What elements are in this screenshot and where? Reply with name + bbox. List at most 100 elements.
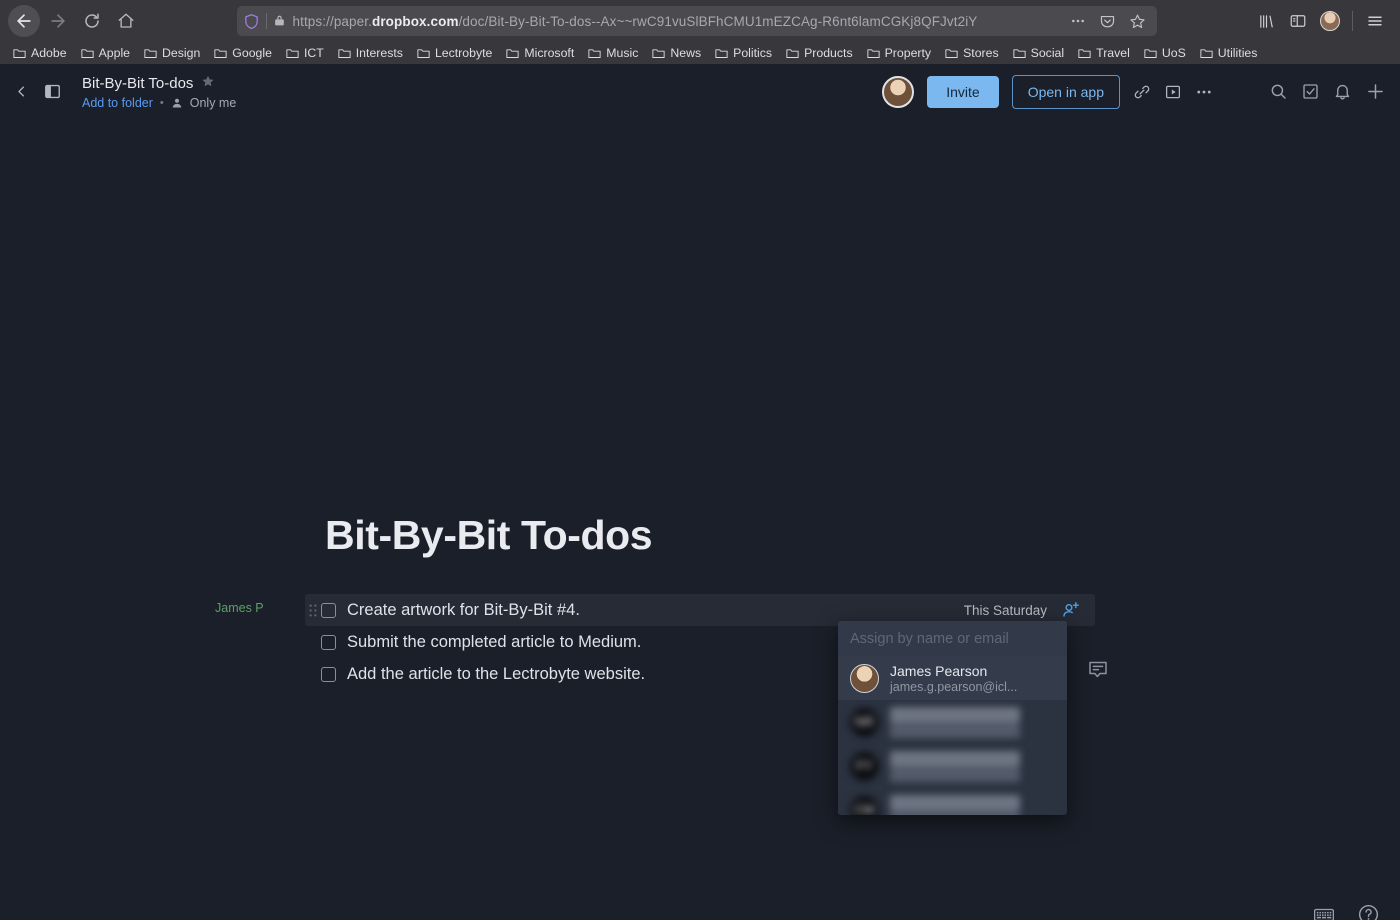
todo-checkbox[interactable] bbox=[321, 667, 336, 682]
invite-button[interactable]: Invite bbox=[927, 76, 998, 108]
bookmark-item[interactable]: Utilities bbox=[1193, 45, 1265, 61]
url-bar-container: https://paper.dropbox.com/doc/Bit-By-Bit… bbox=[144, 6, 1249, 36]
assign-popup: James Pearsonjames.g.pearson@icl...NRRed… bbox=[838, 621, 1067, 815]
collaborator-avatar[interactable] bbox=[882, 76, 914, 108]
sidebar-icon[interactable] bbox=[1283, 6, 1313, 36]
folder-icon bbox=[338, 48, 351, 59]
drag-handle-icon[interactable] bbox=[305, 604, 321, 617]
url-bar[interactable]: https://paper.dropbox.com/doc/Bit-By-Bit… bbox=[237, 6, 1157, 36]
bookmark-star-icon[interactable] bbox=[1125, 9, 1151, 33]
folder-icon bbox=[13, 48, 26, 59]
bookmark-item[interactable]: ICT bbox=[279, 45, 331, 61]
assign-option[interactable]: CM Redacted nameredacted email address bbox=[838, 788, 1067, 815]
bookmark-label: Politics bbox=[733, 46, 772, 60]
todo-text[interactable]: Create artwork for Bit-By-Bit #4. bbox=[347, 601, 580, 620]
document-title-row: Bit-By-Bit To-dos bbox=[82, 74, 236, 93]
bookmark-item[interactable]: Microsoft bbox=[499, 45, 581, 61]
folder-icon bbox=[1200, 48, 1213, 59]
assign-option-email: james.g.pearson@icl... bbox=[890, 680, 1017, 694]
padlock-icon[interactable] bbox=[273, 13, 287, 29]
folder-icon bbox=[214, 48, 227, 59]
assign-person-icon[interactable] bbox=[1061, 600, 1081, 620]
bookmark-label: Music bbox=[606, 46, 638, 60]
bookmark-label: UoS bbox=[1162, 46, 1186, 60]
todo-text[interactable]: Submit the completed article to Medium. bbox=[347, 633, 641, 652]
header-doc-title[interactable]: Bit-By-Bit To-dos bbox=[82, 75, 193, 92]
assign-option-email: redacted email address bbox=[890, 812, 1020, 816]
url-bar-actions bbox=[1065, 9, 1151, 33]
bookmark-item[interactable]: UoS bbox=[1137, 45, 1193, 61]
bookmark-item[interactable]: Design bbox=[137, 45, 207, 61]
home-button[interactable] bbox=[110, 5, 142, 37]
bookmark-label: Design bbox=[162, 46, 200, 60]
add-to-folder-link[interactable]: Add to folder bbox=[82, 96, 153, 110]
bookmark-item[interactable]: Apple bbox=[74, 45, 137, 61]
bookmark-item[interactable]: Social bbox=[1006, 45, 1072, 61]
bookmark-label: Microsoft bbox=[524, 46, 574, 60]
bookmark-item[interactable]: Music bbox=[581, 45, 645, 61]
bookmark-item[interactable]: Interests bbox=[331, 45, 410, 61]
search-icon[interactable] bbox=[1269, 82, 1288, 101]
bookmark-label: Social bbox=[1031, 46, 1065, 60]
bookmark-label: ICT bbox=[304, 46, 324, 60]
todo-text[interactable]: Add the article to the Lectrobyte websit… bbox=[347, 665, 645, 684]
folder-icon bbox=[867, 48, 880, 59]
folder-icon bbox=[652, 48, 665, 59]
favourite-star-icon[interactable] bbox=[201, 74, 215, 93]
todo-checkbox[interactable] bbox=[321, 635, 336, 650]
bookmark-item[interactable]: Property bbox=[860, 45, 938, 61]
assign-option[interactable]: James Pearsonjames.g.pearson@icl... bbox=[838, 656, 1067, 700]
keyboard-shortcuts-icon[interactable] bbox=[1313, 904, 1335, 920]
reload-button[interactable] bbox=[76, 5, 108, 37]
bookmark-item[interactable]: Politics bbox=[708, 45, 779, 61]
forward-button[interactable] bbox=[42, 5, 74, 37]
url-prefix: https://paper. bbox=[293, 14, 372, 29]
folder-icon bbox=[417, 48, 430, 59]
assign-option-text: Redacted nameredacted email address bbox=[890, 795, 1020, 816]
back-button[interactable] bbox=[8, 5, 40, 37]
pocket-icon[interactable] bbox=[1095, 9, 1121, 33]
bookmark-item[interactable]: Travel bbox=[1071, 45, 1137, 61]
assign-option[interactable]: FYRedacted nameredacted email address bbox=[838, 744, 1067, 788]
folder-icon bbox=[1013, 48, 1026, 59]
bookmark-label: News bbox=[670, 46, 701, 60]
todo-checkbox[interactable] bbox=[321, 603, 336, 618]
todo-due-date[interactable]: This Saturday bbox=[964, 603, 1047, 618]
page-actions-ellipsis-icon[interactable] bbox=[1065, 9, 1091, 33]
help-question-icon[interactable] bbox=[1357, 903, 1380, 920]
assign-input[interactable] bbox=[838, 621, 1067, 656]
link-icon[interactable] bbox=[1133, 83, 1151, 101]
folder-icon bbox=[144, 48, 157, 59]
back-chevron-icon[interactable] bbox=[14, 84, 29, 99]
assign-option[interactable]: NRRedacted nameredacted email address bbox=[838, 700, 1067, 744]
paper-header-right: Invite Open in app bbox=[882, 75, 1386, 109]
paper-header-left: Bit-By-Bit To-dos Add to folder • Only m… bbox=[14, 74, 236, 110]
sidebar-toggle-icon[interactable] bbox=[43, 82, 62, 101]
bookmark-item[interactable]: Adobe bbox=[6, 45, 74, 61]
open-in-app-button[interactable]: Open in app bbox=[1012, 75, 1120, 109]
new-doc-plus-icon[interactable] bbox=[1365, 81, 1386, 102]
sharing-status[interactable]: Only me bbox=[190, 96, 237, 110]
firefox-account-avatar[interactable] bbox=[1315, 6, 1345, 36]
assign-option-text: Redacted nameredacted email address bbox=[890, 707, 1020, 738]
bookmark-item[interactable]: Products bbox=[779, 45, 860, 61]
bookmark-item[interactable]: Stores bbox=[938, 45, 1006, 61]
bookmark-item[interactable]: Lectrobyte bbox=[410, 45, 499, 61]
assign-option-name: Redacted name bbox=[890, 795, 1020, 811]
assign-option-email: redacted email address bbox=[890, 768, 1020, 782]
bookmark-label: Products bbox=[804, 46, 853, 60]
page-title[interactable]: Bit-By-Bit To-dos bbox=[325, 512, 652, 559]
present-icon[interactable] bbox=[1164, 83, 1182, 101]
hamburger-menu-icon[interactable] bbox=[1360, 6, 1390, 36]
person-icon bbox=[171, 97, 183, 109]
url-text[interactable]: https://paper.dropbox.com/doc/Bit-By-Bit… bbox=[293, 14, 1059, 29]
comment-bubble-icon[interactable] bbox=[1086, 658, 1110, 682]
assign-option-initials-avatar: CM bbox=[850, 796, 879, 816]
bookmark-item[interactable]: Google bbox=[207, 45, 279, 61]
library-icon[interactable] bbox=[1251, 6, 1281, 36]
tracking-protection-shield-icon[interactable] bbox=[243, 13, 260, 30]
bell-icon[interactable] bbox=[1333, 82, 1352, 101]
tasks-checkbox-icon[interactable] bbox=[1301, 82, 1320, 101]
more-options-ellipsis-icon[interactable] bbox=[1195, 83, 1213, 101]
bookmark-item[interactable]: News bbox=[645, 45, 708, 61]
